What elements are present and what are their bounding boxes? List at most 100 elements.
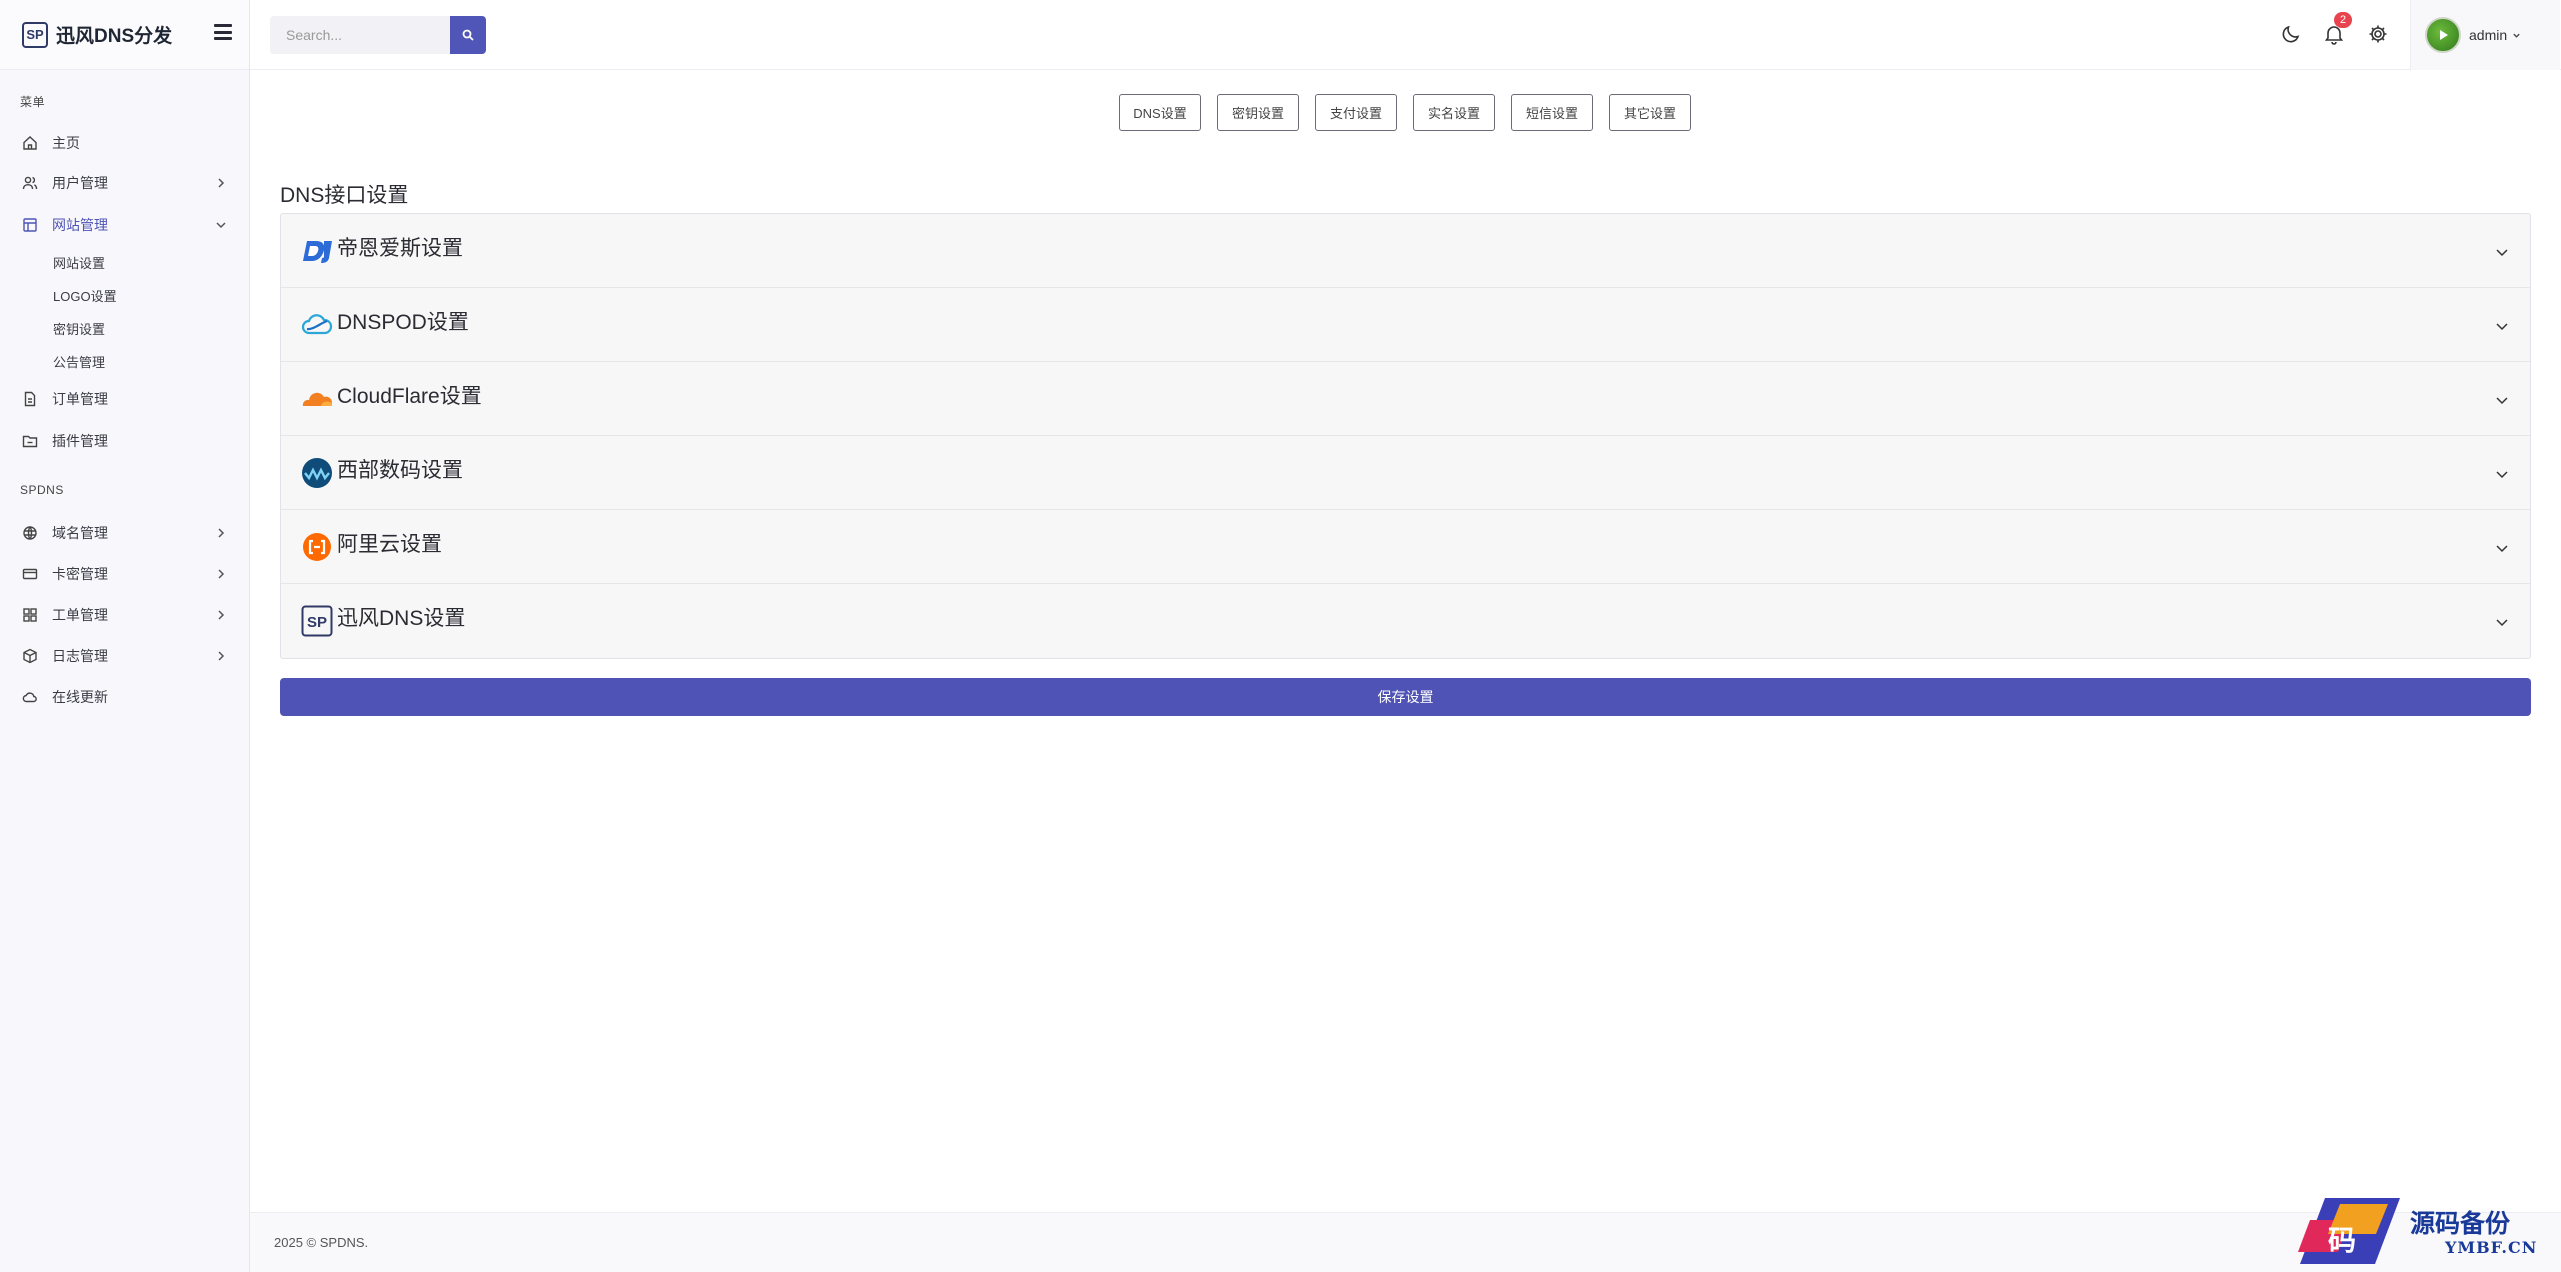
chevron-right-icon [218, 178, 225, 188]
watermark-logo: 码 源码备份 YMBF.CN [2280, 1190, 2561, 1272]
grid-icon [22, 607, 38, 623]
sidebar-item-label: 用户管理 [52, 175, 108, 191]
main-content: DNS设置 密钥设置 支付设置 实名设置 短信设置 其它设置 DNS接口设置 帝… [250, 70, 2561, 1212]
sidebar-item-logs[interactable]: 日志管理 [0, 641, 250, 671]
chevron-down-icon [2496, 471, 2508, 479]
card-icon [22, 566, 38, 582]
dns-provider-accordion: 帝恩爱斯设置 DNSPOD设置 CloudFlare设置 西部数码设置 阿里云设… [280, 213, 2531, 659]
accordion-title: 迅风DNS设置 [337, 607, 466, 630]
watermark-text: 源码备份 [2410, 1209, 2511, 1238]
chevron-down-icon [2496, 249, 2508, 257]
dns-logo-icon [301, 235, 333, 267]
svg-text:码: 码 [2328, 1224, 2356, 1257]
sidebar-item-tickets[interactable]: 工单管理 [0, 600, 250, 630]
file-icon [22, 391, 38, 407]
sidebar-item-label: 工单管理 [52, 607, 108, 623]
search-input[interactable]: Search... [270, 16, 450, 54]
sidebar-subitem-logo-settings[interactable]: LOGO设置 [53, 286, 117, 305]
accordion-item-west-digital[interactable]: 西部数码设置 [281, 436, 2530, 510]
footer: 2025 © SPDNS. [250, 1212, 2561, 1272]
sidebar-item-label: 在线更新 [52, 689, 108, 705]
sidebar-item-plugins[interactable]: 插件管理 [0, 426, 250, 456]
chevron-down-icon [2496, 545, 2508, 553]
sidebar-item-website[interactable]: 网站管理 [0, 210, 250, 240]
sidebar-item-label: 卡密管理 [52, 566, 108, 582]
chevron-down-icon [2496, 397, 2508, 405]
footer-copyright: 2025 © SPDNS. [274, 1235, 369, 1250]
menu-toggle-icon[interactable] [214, 24, 232, 40]
globe-icon [22, 525, 38, 541]
sidebar-item-label: 主页 [52, 135, 80, 151]
brand-logo: SP [22, 21, 48, 48]
chevron-right-icon [218, 569, 225, 579]
accordion-title: DNSPOD设置 [337, 310, 469, 334]
accordion-item-xunfeng[interactable]: SP 迅风DNS设置 [281, 584, 2530, 658]
layout-icon [22, 217, 38, 233]
accordion-title: 帝恩爱斯设置 [337, 236, 463, 260]
accordion-item-dnspod[interactable]: DNSPOD设置 [281, 288, 2530, 362]
chevron-down-icon [2496, 323, 2508, 331]
app-root: SP 迅风DNS分发 菜单 主页 用户管理 网站管理 网站设置 LOGO设置 密… [0, 0, 2561, 1272]
users-icon [22, 175, 38, 191]
chevron-right-icon [218, 528, 225, 538]
section-heading: DNS接口设置 [280, 184, 409, 207]
chevron-right-icon [218, 610, 225, 620]
user-name: admin [2469, 27, 2508, 43]
accordion-item-dns[interactable]: 帝恩爱斯设置 [281, 214, 2530, 288]
box-icon [22, 648, 38, 664]
chevron-down-icon [2513, 33, 2520, 38]
section-title-spdns: SPDNS [20, 483, 64, 497]
sidebar-subitem-site-settings[interactable]: 网站设置 [53, 253, 105, 272]
accordion-item-cloudflare[interactable]: CloudFlare设置 [281, 362, 2530, 436]
aliyun-logo-icon [301, 531, 333, 563]
tab-other-settings[interactable]: 其它设置 [1609, 94, 1691, 131]
brand-title: 迅风DNS分发 [56, 26, 173, 47]
chevron-down-icon [2496, 619, 2508, 627]
svg-text:SP: SP [307, 614, 327, 631]
search-icon [462, 29, 474, 41]
dnspod-logo-icon [301, 309, 333, 341]
accordion-title: 阿里云设置 [337, 532, 442, 556]
moon-icon[interactable] [2280, 23, 2302, 45]
sidebar-item-domains[interactable]: 域名管理 [0, 518, 250, 548]
sidebar-item-home[interactable]: 主页 [0, 128, 250, 158]
sidebar: SP 迅风DNS分发 菜单 主页 用户管理 网站管理 网站设置 LOGO设置 密… [0, 0, 250, 1272]
tab-sms-settings[interactable]: 短信设置 [1511, 94, 1593, 131]
tab-realname-settings[interactable]: 实名设置 [1413, 94, 1495, 131]
tab-dns-settings[interactable]: DNS设置 [1119, 94, 1201, 131]
sidebar-item-cards[interactable]: 卡密管理 [0, 559, 250, 589]
home-icon [22, 135, 38, 151]
sp-logo-icon: SP [301, 605, 333, 637]
tab-payment-settings[interactable]: 支付设置 [1315, 94, 1397, 131]
folder-icon [22, 433, 38, 449]
topbar: Search... 2 admin [250, 0, 2561, 70]
brand[interactable]: SP 迅风DNS分发 [0, 0, 249, 70]
cloudflare-logo-icon [301, 383, 333, 415]
sidebar-item-label: 网站管理 [52, 217, 108, 233]
sidebar-item-label: 域名管理 [52, 525, 108, 541]
sidebar-subitem-key-settings[interactable]: 密钥设置 [53, 319, 105, 338]
watermark-subtext: YMBF.CN [2445, 1238, 2538, 1257]
section-title-menu: 菜单 [20, 95, 46, 109]
avatar [2425, 17, 2461, 53]
sidebar-item-users[interactable]: 用户管理 [0, 168, 250, 198]
accordion-item-aliyun[interactable]: 阿里云设置 [281, 510, 2530, 584]
user-menu[interactable]: admin [2410, 0, 2560, 70]
sidebar-item-label: 日志管理 [52, 648, 108, 664]
chevron-down-icon [216, 222, 226, 229]
sidebar-item-label: 插件管理 [52, 433, 108, 449]
west-digital-logo-icon [301, 457, 333, 489]
cloud-icon [22, 689, 38, 705]
tab-key-settings[interactable]: 密钥设置 [1217, 94, 1299, 131]
sidebar-subitem-notice[interactable]: 公告管理 [53, 352, 105, 371]
save-button[interactable]: 保存设置 [280, 678, 2531, 716]
sidebar-item-update[interactable]: 在线更新 [0, 682, 250, 712]
chevron-right-icon [218, 651, 225, 661]
search-button[interactable] [450, 16, 486, 54]
gear-icon[interactable] [2367, 23, 2389, 45]
accordion-title: 西部数码设置 [337, 458, 463, 482]
accordion-title: CloudFlare设置 [337, 384, 482, 408]
notification-badge: 2 [2334, 12, 2352, 28]
sidebar-item-orders[interactable]: 订单管理 [0, 384, 250, 414]
sidebar-item-label: 订单管理 [52, 391, 108, 407]
